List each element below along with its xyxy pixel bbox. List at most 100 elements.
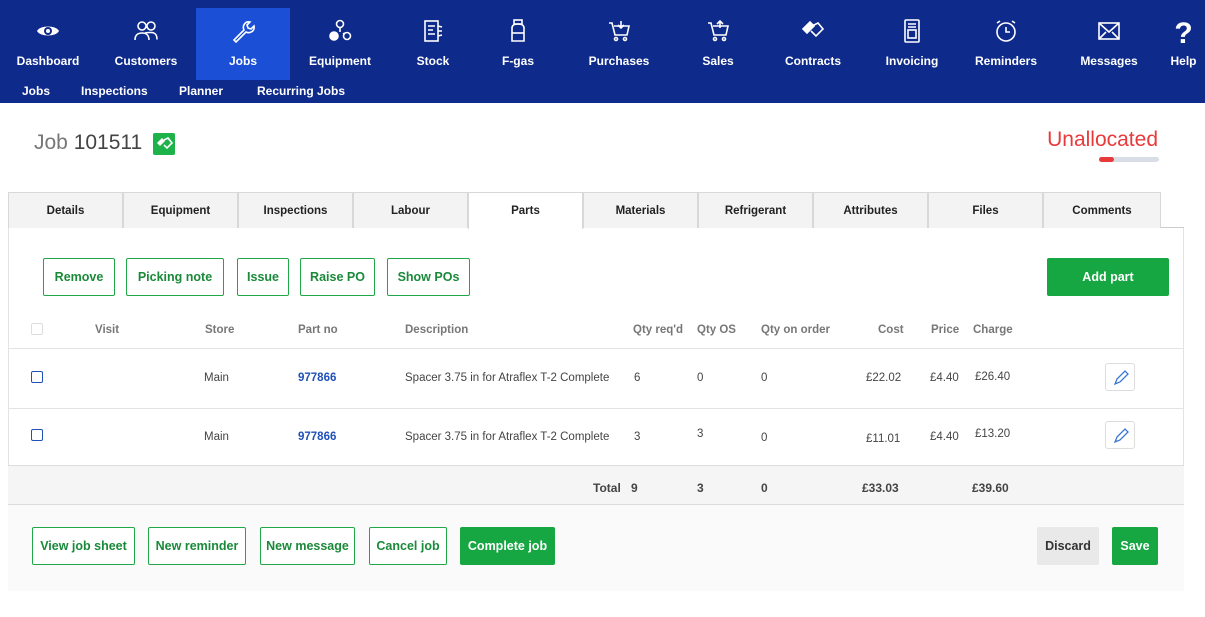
nav-label: Stock: [416, 54, 450, 68]
row-price: £4.40: [930, 372, 959, 384]
total-qty-reqd: 9: [631, 481, 638, 495]
row-qty-reqd: 3: [634, 431, 641, 443]
edit-part-button[interactable]: [1105, 363, 1135, 391]
row-qty-reqd: 6: [634, 372, 641, 384]
row-divider: [8, 348, 1184, 349]
nav-jobs[interactable]: Jobs: [196, 8, 290, 80]
nav-label: F-gas: [501, 54, 534, 68]
discard-button[interactable]: Discard: [1037, 527, 1099, 565]
job-number: 101511: [73, 131, 143, 154]
row-checkbox[interactable]: [31, 429, 43, 441]
nav-sales[interactable]: Sales: [678, 8, 758, 80]
col-visit: Visit: [95, 324, 120, 336]
row-qty-on-order: 0: [761, 432, 768, 444]
row-part-no-link[interactable]: 977866: [298, 431, 336, 443]
raise-po-button[interactable]: Raise PO: [300, 258, 375, 296]
tab-details[interactable]: Details: [8, 192, 123, 228]
col-part-no: Part no: [298, 324, 338, 336]
remove-button[interactable]: Remove: [43, 258, 115, 296]
add-part-button[interactable]: Add part: [1047, 258, 1169, 296]
col-description: Description: [405, 324, 469, 336]
nav-contracts[interactable]: Contracts: [758, 8, 868, 80]
col-qty-os: Qty OS: [697, 324, 736, 336]
col-qty-reqd: Qty req'd: [633, 324, 684, 336]
save-button[interactable]: Save: [1112, 527, 1158, 565]
col-cost: Cost: [878, 324, 904, 336]
subnav-jobs[interactable]: Jobs: [22, 84, 50, 98]
handshake-icon: [758, 18, 868, 50]
page-title: Job 101511: [34, 131, 142, 155]
cancel-job-button[interactable]: Cancel job: [369, 527, 447, 565]
col-store: Store: [205, 324, 235, 336]
nav-label: Help: [1170, 54, 1197, 68]
row-divider: [8, 408, 1184, 409]
tab-comments[interactable]: Comments: [1043, 192, 1161, 228]
nav-help[interactable]: ? Help: [1162, 8, 1205, 80]
row-checkbox[interactable]: [31, 371, 43, 383]
new-message-button[interactable]: New message: [260, 527, 355, 565]
new-reminder-button[interactable]: New reminder: [148, 527, 246, 565]
nav-reminders[interactable]: Reminders: [956, 8, 1056, 80]
nav-label: Customers: [114, 54, 178, 68]
tab-refrigerant[interactable]: Refrigerant: [698, 192, 813, 228]
basket-in-icon: [560, 18, 678, 50]
tab-equipment[interactable]: Equipment: [123, 192, 238, 228]
row-part-no-link[interactable]: 977866: [298, 372, 336, 384]
edit-part-button[interactable]: [1105, 421, 1135, 449]
nav-customers[interactable]: Customers: [96, 8, 196, 80]
col-qty-on-order: Qty on order: [761, 324, 831, 336]
row-store: Main: [204, 372, 229, 384]
pencil-icon: [1113, 428, 1129, 444]
row-price: £4.40: [930, 431, 959, 443]
row-cost: £22.02: [866, 372, 902, 384]
row-cost: £11.01: [866, 433, 901, 445]
col-charge: Charge: [973, 324, 1013, 336]
issue-button[interactable]: Issue: [237, 258, 289, 296]
nav-invoicing[interactable]: Invoicing: [868, 8, 956, 80]
tab-materials[interactable]: Materials: [583, 192, 698, 228]
eye-icon: [0, 18, 96, 50]
show-pos-button[interactable]: Show POs: [387, 258, 470, 296]
select-all-checkbox[interactable]: [31, 323, 43, 335]
nav-equipment[interactable]: Equipment: [290, 8, 390, 80]
tab-files[interactable]: Files: [928, 192, 1043, 228]
tab-labour[interactable]: Labour: [353, 192, 468, 228]
row-qty-os: 0: [697, 372, 704, 384]
view-job-sheet-button[interactable]: View job sheet: [32, 527, 135, 565]
row-qty-on-order: 0: [761, 372, 768, 384]
tab-parts[interactable]: Parts: [468, 192, 583, 229]
nav-label: Sales: [702, 54, 734, 68]
total-charge: £39.60: [972, 481, 1009, 495]
nav-label: Jobs: [228, 54, 257, 68]
row-charge: £26.40: [975, 371, 1011, 383]
pencil-icon: [1113, 370, 1129, 386]
col-price: Price: [931, 324, 960, 336]
nav-dashboard[interactable]: Dashboard: [0, 8, 96, 80]
invoice-icon: [868, 18, 956, 50]
people-icon: [96, 18, 196, 50]
subnav-recurring-jobs[interactable]: Recurring Jobs: [257, 84, 345, 98]
subnav-inspections[interactable]: Inspections: [81, 84, 148, 98]
nav-label: Contracts: [784, 54, 841, 68]
job-status: Unallocated: [1047, 128, 1158, 151]
subnav-planner[interactable]: Planner: [179, 84, 223, 98]
nav-label: Invoicing: [885, 54, 939, 68]
tab-attributes[interactable]: Attributes: [813, 192, 928, 228]
nav-label: Equipment: [309, 54, 371, 68]
tab-inspections[interactable]: Inspections: [238, 192, 353, 228]
nav-label: Messages: [1080, 54, 1138, 68]
nav-label: Dashboard: [16, 54, 80, 68]
contract-handshake-icon[interactable]: [153, 133, 175, 155]
main-nav: Dashboard Customers Jobs Equipment Stock…: [0, 0, 1205, 80]
picking-note-button[interactable]: Picking note: [126, 258, 224, 296]
sub-nav: Jobs Inspections Planner Recurring Jobs: [0, 80, 1205, 103]
nav-messages[interactable]: Messages: [1056, 8, 1162, 80]
nav-stock[interactable]: Stock: [390, 8, 476, 80]
total-label: Total: [593, 481, 621, 495]
nav-purchases[interactable]: Purchases: [560, 8, 678, 80]
question-icon: ?: [1174, 17, 1193, 50]
row-description: Spacer 3.75 in for Atraflex T-2 Complete: [405, 431, 610, 443]
complete-job-button[interactable]: Complete job: [460, 527, 555, 565]
nav-label: Reminders: [974, 54, 1038, 68]
nav-fgas[interactable]: F-gas: [476, 8, 560, 80]
